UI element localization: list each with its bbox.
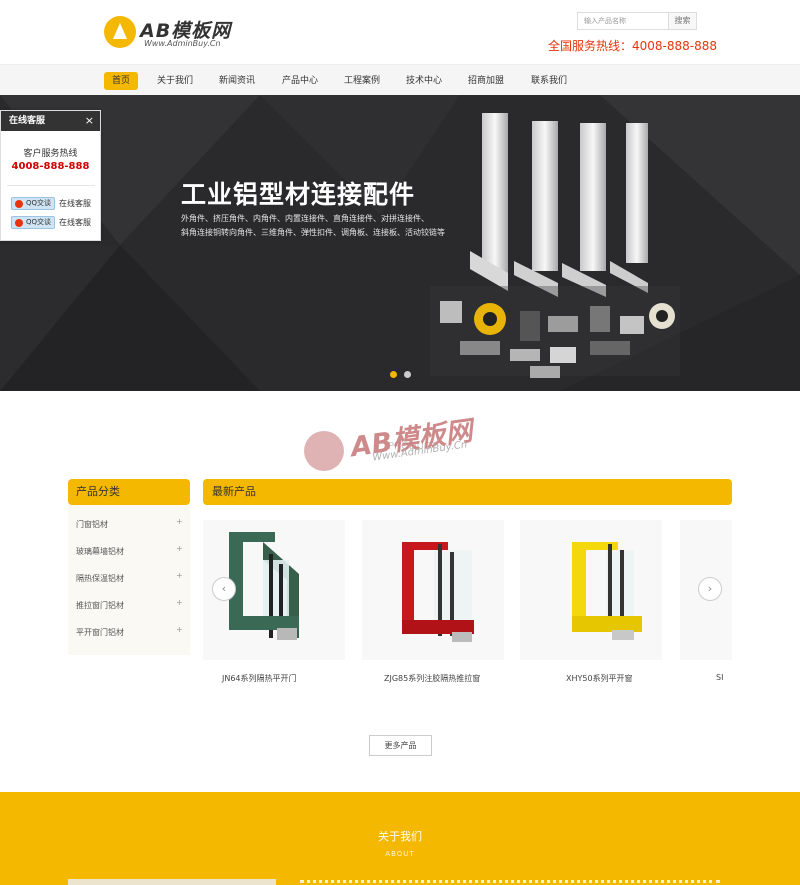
product-name[interactable]: JN64系列隔热平开门 — [222, 673, 297, 684]
product-image — [402, 542, 474, 642]
about-section: 关于我们 ABOUT — [0, 792, 800, 885]
site-header: AB模板网 Www.AdminBuy.Cn 输入产品名称 搜索 全国服务热线：4… — [0, 0, 800, 64]
product-card[interactable] — [362, 520, 504, 660]
qq-chat-button[interactable]: QQ交谈 — [11, 197, 55, 210]
close-icon[interactable]: × — [85, 111, 94, 131]
watermark-logo-icon — [304, 431, 344, 471]
carousel-next-button[interactable]: › — [698, 577, 722, 601]
watermark: PRODUCT AB模板网 Www.AdminBuy.Cn — [304, 403, 504, 483]
qq-button-label: QQ交谈 — [26, 218, 52, 226]
category-item[interactable]: 推拉窗门铝材 — [76, 600, 124, 611]
nav-item-about[interactable]: 关于我们 — [157, 72, 193, 90]
site-logo[interactable]: AB模板网 Www.AdminBuy.Cn — [104, 12, 244, 52]
slide-dot-2[interactable] — [404, 371, 411, 378]
product-image — [572, 542, 642, 640]
category-item[interactable]: 平开窗门铝材 — [76, 627, 124, 638]
about-title: 关于我们 — [378, 830, 422, 843]
plus-icon[interactable]: + — [176, 571, 183, 580]
hotline-label: 客户服务热线 — [23, 149, 78, 159]
category-item[interactable]: 门窗铝材 — [76, 519, 108, 530]
carousel-prev-button[interactable]: ‹ — [212, 577, 236, 601]
plus-icon[interactable]: + — [176, 625, 183, 634]
product-name[interactable]: ZJG85系列注胶隔热推拉窗 — [384, 673, 480, 684]
category-item[interactable]: 隔热保温铝材 — [76, 573, 124, 584]
qq-icon — [15, 219, 23, 227]
nav-item-home[interactable]: 首页 — [104, 72, 138, 90]
qq-icon — [15, 200, 23, 208]
nav-item-franchise[interactable]: 招商加盟 — [468, 72, 504, 90]
nav-item-contact[interactable]: 联系我们 — [531, 72, 567, 90]
product-name[interactable]: XHY50系列平开窗 — [566, 673, 633, 684]
product-name[interactable]: SI — [716, 673, 723, 682]
qq-button-label: QQ交谈 — [26, 199, 52, 207]
search-button[interactable]: 搜索 — [669, 12, 697, 30]
logo-url: Www.AdminBuy.Cn — [144, 39, 221, 48]
qq-service-label: 在线客服 — [59, 199, 91, 208]
aluminum-profiles-image — [430, 113, 680, 378]
about-subtitle: ABOUT — [385, 850, 415, 858]
qq-service-label: 在线客服 — [59, 218, 91, 227]
hero-banner[interactable]: 工业铝型材连接配件 外角件、挤压角件、内角件、内置连接件、直角连接件、对拼连接件… — [0, 95, 800, 391]
nav-item-news[interactable]: 新闻资讯 — [219, 72, 255, 90]
banner-title: 工业铝型材连接配件 — [181, 180, 416, 209]
category-item[interactable]: 玻璃幕墙铝材 — [76, 546, 124, 557]
banner-subtitle-1: 外角件、挤压角件、内角件、内置连接件、直角连接件、对拼连接件、 — [181, 214, 429, 223]
category-list: 门窗铝材 + 玻璃幕墙铝材 + 隔热保温铝材 + 推拉窗门铝材 + 平开窗门铝材… — [68, 505, 190, 655]
hotline-number: 4008-888-888 — [11, 161, 90, 172]
plus-icon[interactable]: + — [176, 517, 183, 526]
category-title: 产品分类 — [68, 479, 190, 505]
header-hotline: 全国服务热线：4008-888-888 — [548, 39, 718, 53]
about-text — [300, 880, 720, 885]
online-service-panel: 在线客服 × 客户服务热线 4008-888-888 QQ交谈 在线客服 QQ交… — [0, 110, 101, 241]
latest-products-title: 最新产品 — [203, 479, 732, 505]
plus-icon[interactable]: + — [176, 598, 183, 607]
logo-icon — [104, 16, 136, 48]
more-products-button[interactable]: 更多产品 — [369, 735, 432, 756]
divider — [7, 185, 95, 186]
plus-icon[interactable]: + — [176, 544, 183, 553]
search-input[interactable]: 输入产品名称 — [577, 12, 669, 30]
nav-item-tech[interactable]: 技术中心 — [406, 72, 442, 90]
nav-item-cases[interactable]: 工程案例 — [344, 72, 380, 90]
nav-item-products[interactable]: 产品中心 — [282, 72, 318, 90]
product-card[interactable] — [520, 520, 662, 660]
qq-chat-button[interactable]: QQ交谈 — [11, 216, 55, 229]
about-image — [68, 879, 276, 885]
slide-dot-1[interactable] — [390, 371, 397, 378]
banner-subtitle-2: 斜角连接铜转向角件、三维角件、弹性扣件、调角板、连接板、活动铰链等 — [181, 228, 445, 237]
main-nav: 首页 关于我们 新闻资讯 产品中心 工程案例 技术中心 招商加盟 联系我们 — [0, 64, 800, 95]
